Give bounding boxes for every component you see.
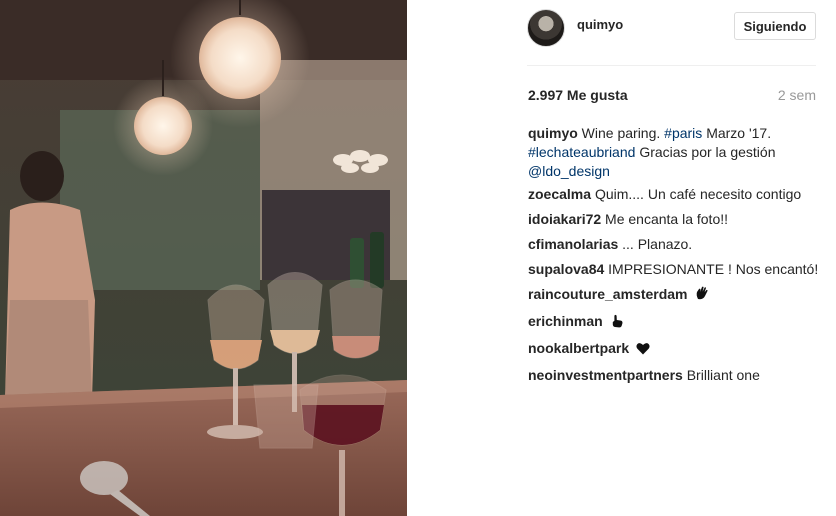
comment-username[interactable]: nookalbertpark xyxy=(528,340,629,356)
comment-username[interactable]: erichinman xyxy=(528,313,603,329)
comment-item: erichinman xyxy=(528,312,820,333)
comment-text: ... Planazo. xyxy=(622,236,693,252)
comment-text: Quim.... Un café necesito contigo xyxy=(594,186,802,202)
comment-username[interactable]: cfimanolarias xyxy=(528,236,618,252)
likes-count[interactable]: 2.997 Me gusta xyxy=(528,87,628,103)
mention-link[interactable]: @ldo_design xyxy=(528,163,610,179)
comment-username[interactable]: zoecalma xyxy=(528,186,591,202)
comment-item: zoecalma Quim.... Un café necesito conti… xyxy=(528,185,820,204)
comment-text: IMPRESIONANTE ! Nos encantó! xyxy=(608,261,819,277)
waving-hand-icon xyxy=(694,285,710,306)
pointing-hand-icon xyxy=(610,314,624,333)
hashtag-link[interactable]: #lechateaubriand xyxy=(528,144,635,160)
comment-username[interactable]: supalova84 xyxy=(528,261,604,277)
following-button[interactable]: Siguiendo xyxy=(734,12,816,40)
comment-item: nookalbertpark xyxy=(528,339,820,360)
comment-text: Brilliant one xyxy=(686,367,760,383)
comment-username[interactable]: raincouture_amsterdam xyxy=(528,286,688,302)
heart-icon xyxy=(636,341,650,360)
post-header: quimyo Siguiendo xyxy=(527,7,816,66)
comment-item: neoinvestmentpartners Brilliant one xyxy=(528,366,820,385)
comment-item: supalova84 IMPRESIONANTE ! Nos encantó! xyxy=(528,260,820,279)
post-info-panel: quimyo Siguiendo 2.997 Me gusta 2 sem qu… xyxy=(407,0,836,516)
comment-item: cfimanolarias ... Planazo. xyxy=(528,235,820,254)
caption: quimyo Wine paring. #paris Marzo '17. #l… xyxy=(528,124,820,181)
author-username[interactable]: quimyo xyxy=(577,17,623,32)
comments-list: quimyo Wine paring. #paris Marzo '17. #l… xyxy=(528,124,820,391)
likes-row: 2.997 Me gusta 2 sem xyxy=(527,86,816,104)
caption-text: Gracias por la gestión xyxy=(639,144,776,160)
comment-username[interactable]: idoiakari72 xyxy=(528,211,601,227)
comment-text: Me encanta la foto!! xyxy=(605,211,729,227)
comment-username[interactable]: neoinvestmentpartners xyxy=(528,367,683,383)
comment-item: raincouture_amsterdam xyxy=(528,285,820,306)
caption-username[interactable]: quimyo xyxy=(528,125,578,141)
hashtag-link[interactable]: #paris xyxy=(664,125,702,141)
comment-item: idoiakari72 Me encanta la foto!! xyxy=(528,210,820,229)
post-photo[interactable] xyxy=(0,0,407,516)
post-timestamp[interactable]: 2 sem xyxy=(778,87,816,103)
caption-text: Marzo '17. xyxy=(706,125,772,141)
avatar[interactable] xyxy=(527,9,565,47)
restaurant-wine-glasses-image xyxy=(0,0,407,516)
caption-text: Wine paring. xyxy=(581,125,661,141)
